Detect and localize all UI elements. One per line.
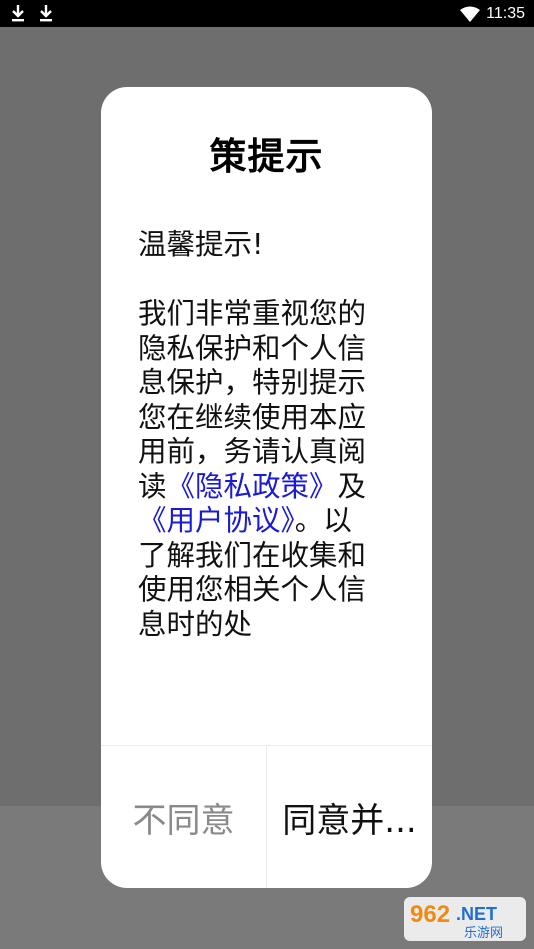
dialog-title: 策提示 [209,135,324,178]
notification-icons [10,3,54,23]
svg-text:乐游网: 乐游网 [464,926,503,941]
and-text: 及 [337,469,367,503]
period-text: 。 [294,504,324,537]
wifi-icon [460,6,481,22]
privacy-dialog: 策提示 温馨提示! 我们非常重视您的隐私保护和个人信息保护，特别提示您在继续使用… [101,87,432,888]
privacy-policy-link[interactable]: 《隐私政策》 [167,470,338,503]
system-status: 11:35 [460,0,525,27]
agree-button[interactable]: 同意并... [267,746,432,888]
download-icon [12,5,24,22]
svg-text:.NET: .NET [456,904,497,924]
status-bar: 11:35 [0,0,534,27]
clock: 11:35 [486,4,525,22]
disagree-button[interactable]: 不同意 [101,746,267,888]
download-icon [40,5,52,22]
dialog-actions: 不同意 同意并... [101,745,432,888]
svg-text:962: 962 [410,901,450,928]
dialog-body[interactable]: 温馨提示! 我们非常重视您的隐私保护和个人信息保护，特别提示您在继续使用本应用前… [138,228,370,708]
greeting-text: 温馨提示! [138,228,264,261]
user-agreement-link[interactable]: 《用户协议》 [138,504,295,537]
policy-paragraph: 我们非常重视您的隐私保护和个人信息保护，特别提示您在继续使用本应用前，务请认真阅… [138,297,370,642]
site-watermark-logo: 962 .NET 乐游网 [404,897,526,941]
